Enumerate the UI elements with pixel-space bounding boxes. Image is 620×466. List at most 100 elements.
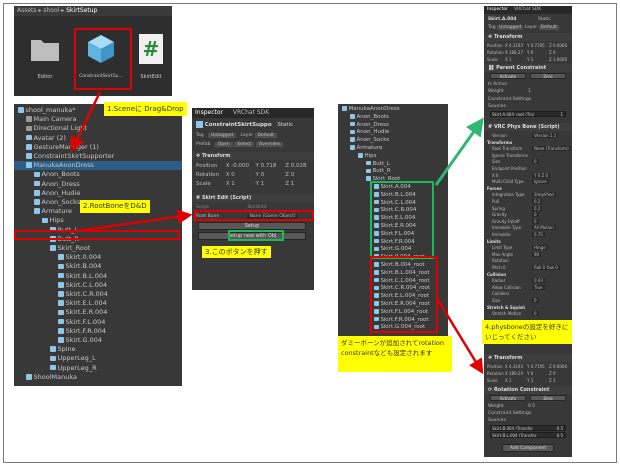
- hierarchy-item[interactable]: Spine: [14, 345, 182, 354]
- tab-vrchat-sdk[interactable]: VRChat SDK: [233, 109, 269, 116]
- hierarchy-item[interactable]: Avatar (2): [14, 134, 182, 143]
- add-component-button[interactable]: Add Component: [502, 444, 554, 452]
- bottom-bottom_position-row[interactable]: Position X 4.3193 Y 0.7195 Z 0.0066: [487, 363, 567, 370]
- hierarchy-item[interactable]: ShoolManuka: [14, 373, 182, 382]
- static-toggle[interactable]: Static: [538, 17, 551, 22]
- hierarchy-item[interactable]: Anon_Boots: [14, 170, 182, 179]
- static-toggle[interactable]: Static: [277, 122, 293, 128]
- rotation-constraint-header[interactable]: ⟳ Rotation Constraint: [484, 386, 572, 394]
- physbone-header[interactable]: # VRC Phys Bone (Script): [484, 123, 572, 131]
- hierarchy-item[interactable]: Anon_Dress: [14, 180, 182, 189]
- scale-z[interactable]: Z 1: [285, 181, 294, 187]
- hierarchy-item[interactable]: Skirt.B.L.004: [14, 272, 182, 281]
- tag-dropdown[interactable]: Untagged: [497, 25, 524, 30]
- position-z[interactable]: Z 0.028: [285, 163, 306, 169]
- parent-constraint-header[interactable]: ⛓ Parent Constraint: [484, 64, 572, 72]
- tab-inspector[interactable]: Inspector: [487, 7, 508, 12]
- hierarchy-item[interactable]: Anon_Hudie: [14, 189, 182, 198]
- breadcrumb-shool[interactable]: shool: [43, 7, 59, 14]
- asset-skirtedit-script[interactable]: # SkirtEdit: [134, 34, 168, 84]
- physbone-prop[interactable]: Version Version 1.1: [492, 133, 559, 139]
- constraint-settings-label[interactable]: Constraint Settings: [488, 96, 531, 103]
- hierarchy-item[interactable]: ConstraintSkirtSupporter: [14, 152, 182, 161]
- hierarchy-item[interactable]: Anon_Socks: [338, 137, 448, 145]
- physbone-prop[interactable]: X 0Y 0 Z 0: [492, 172, 551, 179]
- physbone-prop[interactable]: Spring 0.2: [492, 205, 543, 212]
- transform-header[interactable]: ✥ Transform: [192, 152, 314, 160]
- physbone-prop[interactable]: Endpoint Position: [492, 166, 532, 172]
- hierarchy-item[interactable]: Skirt.0.004: [14, 253, 182, 262]
- hierarchy-item[interactable]: Skirt.F.L.004: [14, 318, 182, 327]
- hierarchy-item[interactable]: Main Camera: [14, 115, 182, 124]
- physbone-prop[interactable]: Stretch Motion 0: [492, 311, 539, 317]
- breadcrumb-assets[interactable]: Assets: [17, 7, 37, 14]
- source-field[interactable]: Skirt.A.004_root (Trai 1: [490, 111, 566, 117]
- physbone-prop[interactable]: Immobile Type All Motion: [492, 225, 556, 231]
- skirt-edit-script-header[interactable]: # Skirt Edit (Script): [192, 194, 314, 202]
- physbone-prop[interactable]: Ignore Transforms: [492, 153, 532, 159]
- bottom-bottom_rotation-row[interactable]: RotationX 189.29 Y 0Z 0: [487, 370, 556, 377]
- scale-x[interactable]: X 1: [226, 181, 254, 188]
- rotation-y[interactable]: Y 0: [256, 172, 284, 179]
- prefab-open-button[interactable]: Open: [214, 142, 233, 147]
- hierarchy-item[interactable]: Skirt.F.R.004: [14, 327, 182, 336]
- scale-y[interactable]: Y 1: [256, 181, 284, 188]
- hierarchy-item[interactable]: Butt_R: [338, 168, 448, 176]
- bottom-transform-header[interactable]: ✥ Transform: [484, 354, 572, 362]
- hierarchy-item[interactable]: GestureManager (1): [14, 143, 182, 152]
- tab-vrchat-sdk[interactable]: VRChat SDK: [514, 7, 541, 12]
- setup-button[interactable]: Setup: [198, 222, 306, 230]
- physbone-prop[interactable]: Root Transform None (Transform): [492, 146, 571, 152]
- physbone-prop[interactable]: Size 0: [492, 159, 539, 165]
- layer-dropdown[interactable]: Default: [538, 25, 559, 30]
- scale-row[interactable]: Scale X 1Y 1Z 1.0006: [487, 56, 567, 63]
- position-row[interactable]: Position X 4.3193 Y 0.7195 Z 0.0066: [487, 42, 567, 49]
- breadcrumb-skirtsetup[interactable]: SkirtSetup: [66, 7, 97, 14]
- hierarchy-item[interactable]: UpperLeg_L: [14, 354, 182, 363]
- hierarchy-item[interactable]: Skirt.E.R.004: [14, 308, 182, 317]
- physbone-prop[interactable]: Max Angle 90: [492, 251, 542, 258]
- physbone-prop[interactable]: Multi Child Type Ignore: [492, 179, 549, 185]
- hierarchy-item[interactable]: Skirt.C.R.004: [14, 290, 182, 299]
- position-x[interactable]: X -0.000: [226, 163, 254, 170]
- physbone-prop[interactable]: Radius 0.03: [492, 278, 545, 284]
- prefab-overrides-dropdown[interactable]: Overrides: [255, 142, 284, 147]
- weight-row-2[interactable]: Weight 0.5: [488, 403, 535, 410]
- hierarchy-item[interactable]: UpperLeg_R: [14, 364, 182, 373]
- hierarchy-item[interactable]: Anon_Boots: [338, 114, 448, 122]
- position-y[interactable]: Y 0.718: [256, 163, 284, 170]
- physbone-prop[interactable]: Gravity Falloff 0: [492, 218, 539, 225]
- physbone-prop[interactable]: Pull 0.2: [492, 199, 543, 205]
- hierarchy-item[interactable]: Butt_L: [338, 161, 448, 169]
- hierarchy-item[interactable]: Anon_Hudie: [338, 129, 448, 137]
- physbone-prop[interactable]: Integration Type Simplified: [492, 192, 556, 198]
- prefab-select-button[interactable]: Select: [234, 142, 255, 147]
- rotation-row[interactable]: RotationX 188.27 Y 0Z 0: [487, 49, 556, 56]
- hierarchy-item[interactable]: Skirt.B.004: [14, 262, 182, 271]
- hierarchy-item[interactable]: Skirt.E.L.004: [14, 299, 182, 308]
- zero-button-2[interactable]: Zero: [530, 395, 566, 401]
- hierarchy-item[interactable]: Hips: [338, 153, 448, 161]
- layer-dropdown[interactable]: Default: [254, 133, 277, 138]
- weight-row[interactable]: Weight 1: [488, 88, 531, 95]
- constraint-settings-label-2[interactable]: Constraint Settings: [488, 410, 531, 417]
- physbone-prop[interactable]: Gravity 0: [492, 212, 539, 218]
- physbone-prop[interactable]: Colliders: [492, 291, 532, 297]
- hierarchy-item[interactable]: ManukaAnonDress: [338, 106, 448, 114]
- zero-button[interactable]: Zero: [530, 73, 566, 79]
- physbone-prop[interactable]: Rotation: [492, 258, 532, 264]
- rotation-x[interactable]: X 0: [226, 172, 254, 179]
- object-name[interactable]: Skirt.A.004: [488, 17, 517, 22]
- hierarchy-item[interactable]: Armature: [338, 145, 448, 153]
- hierarchy-item[interactable]: Hips: [14, 216, 182, 225]
- physbone-prop[interactable]: Size 0: [492, 298, 539, 304]
- object-name[interactable]: ConstraintSkirtSuppo: [205, 122, 272, 128]
- hierarchy-item[interactable]: Skirt.C.L.004: [14, 281, 182, 290]
- hierarchy-item[interactable]: Anon_Dress: [338, 122, 448, 130]
- rotation-z[interactable]: Z 0: [285, 172, 294, 178]
- physbone-prop[interactable]: Allow Collision True: [492, 284, 545, 291]
- asset-editor-folder[interactable]: Editor: [28, 36, 62, 84]
- activate-button-2[interactable]: Activate: [490, 395, 526, 401]
- physbone-prop[interactable]: Pitch 0 Roll 0 Yaw 0: [492, 265, 560, 271]
- hierarchy-item[interactable]: Directional Light: [14, 124, 182, 133]
